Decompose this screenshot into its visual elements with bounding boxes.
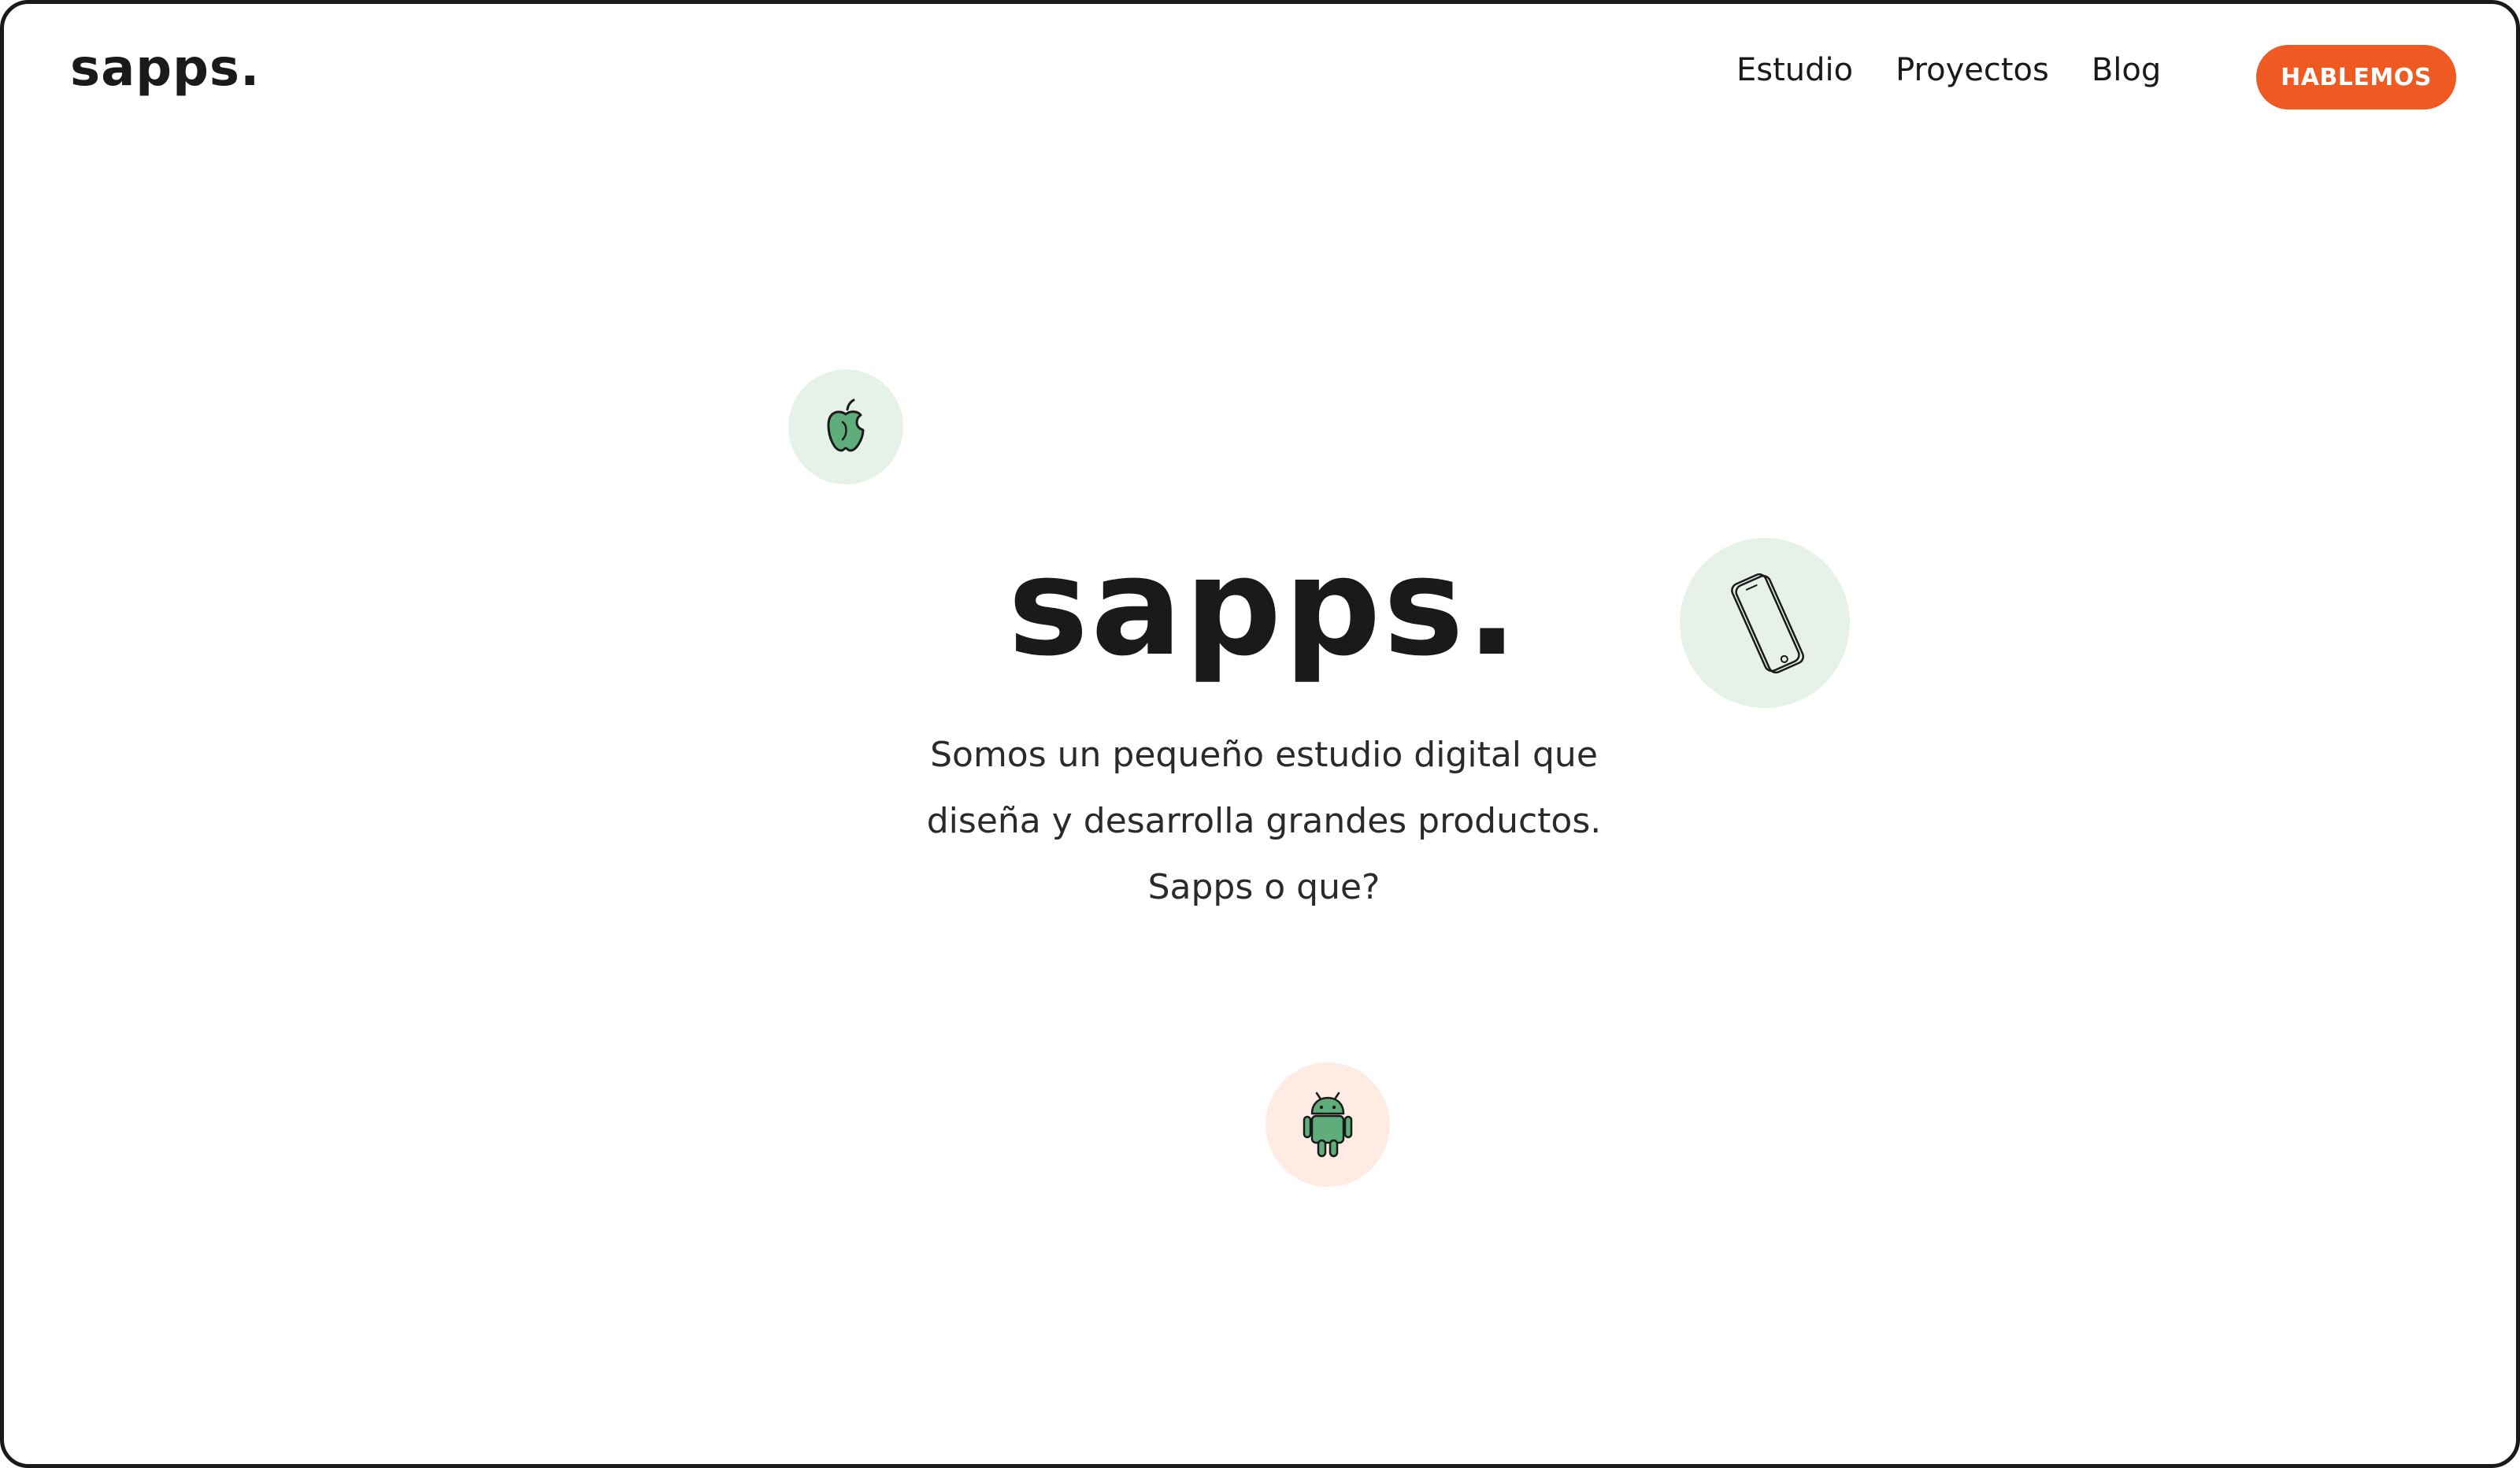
hero-title: sapps.	[1007, 528, 1521, 686]
page-frame: sapps. Estudio Proyectos Blog HABLEMOS s…	[0, 0, 2520, 1468]
nav-item-blog[interactable]: Blog	[2092, 54, 2161, 86]
apple-bubble	[788, 369, 903, 484]
nav-item-estudio[interactable]: Estudio	[1736, 54, 1853, 86]
android-icon	[1303, 1092, 1353, 1158]
nav-item-proyectos[interactable]: Proyectos	[1896, 54, 2049, 86]
logo[interactable]: sapps.	[70, 43, 260, 94]
hero-line-2: diseña y desarrolla grandes productos.	[926, 801, 1602, 841]
main-nav: Estudio Proyectos Blog	[1736, 54, 2161, 86]
hero-line-1: Somos un pequeño estudio digital que	[930, 735, 1598, 775]
hero-line-3: Sapps o que?	[1147, 867, 1380, 907]
hero-description: Somos un pequeño estudio digital que dis…	[870, 722, 1658, 921]
apple-icon	[827, 399, 865, 452]
hablemos-button[interactable]: HABLEMOS	[2256, 45, 2456, 109]
android-bubble	[1266, 1062, 1390, 1187]
